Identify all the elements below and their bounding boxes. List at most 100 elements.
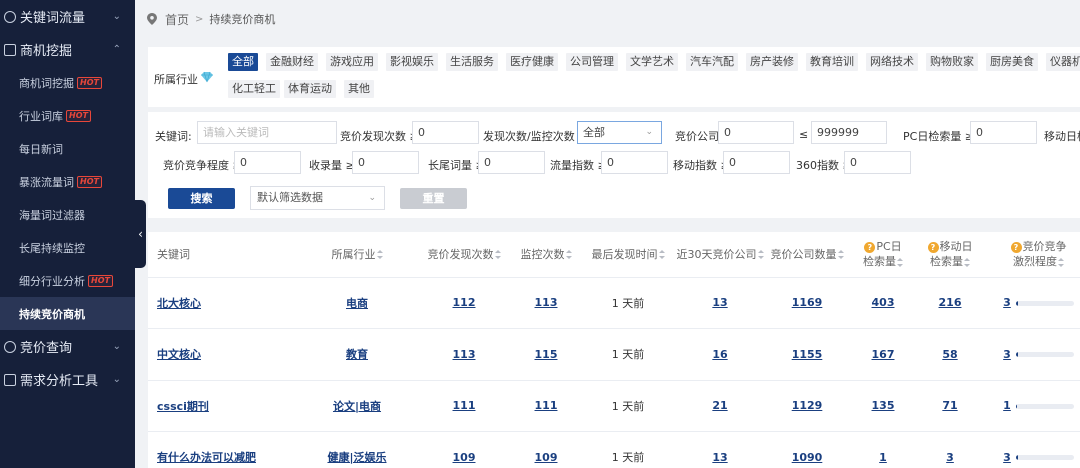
column-header[interactable]: 竞价发现次数	[416, 232, 512, 278]
value-link[interactable]: 21	[712, 399, 727, 412]
industry-tag[interactable]: 体育运动	[284, 80, 336, 98]
value-link[interactable]: 71	[942, 399, 957, 412]
sort-icon[interactable]	[658, 250, 665, 260]
sidebar-item[interactable]: 行业词库 HOT	[0, 99, 135, 132]
value-link[interactable]: 论文|电商	[333, 400, 381, 413]
value-link[interactable]: 112	[453, 296, 476, 309]
breadcrumb-home[interactable]: 首页	[165, 11, 189, 28]
value-link[interactable]: 1129	[792, 399, 823, 412]
bid-found-input[interactable]: 0	[412, 121, 479, 144]
column-header[interactable]: ? 移动日 检索量	[916, 232, 984, 278]
column-header[interactable]: 近30天竞价公司	[676, 232, 764, 278]
value-link[interactable]: 1	[1003, 399, 1011, 412]
keyword-link[interactable]: 中文核心	[157, 348, 201, 361]
reset-button[interactable]: 重置	[400, 188, 467, 209]
value-link[interactable]: 1	[879, 451, 887, 464]
menu-opportunity[interactable]: 商机挖掘 ⌃	[0, 33, 135, 66]
industry-tag[interactable]: 仪器机械	[1046, 53, 1080, 71]
collapse-sidebar-button[interactable]: ‹	[135, 200, 146, 268]
value-link[interactable]: 113	[453, 348, 476, 361]
value-link[interactable]: 1155	[792, 348, 823, 361]
sidebar-item[interactable]: 持续竞价商机	[0, 297, 135, 330]
column-header[interactable]: 最后发现时间	[580, 232, 676, 278]
sidebar-item[interactable]: 海量词过滤器	[0, 198, 135, 231]
industry-tag[interactable]: 生活服务	[446, 53, 498, 71]
sort-icon[interactable]	[376, 250, 383, 260]
industry-tag[interactable]: 全部	[228, 53, 258, 71]
sort-icon[interactable]	[565, 250, 572, 260]
value-link[interactable]: 403	[872, 296, 895, 309]
help-icon[interactable]: ?	[927, 241, 939, 253]
sort-icon[interactable]	[757, 250, 764, 260]
mobile-index-input[interactable]: 0	[723, 151, 790, 174]
sidebar-item[interactable]: 商机词挖掘 HOT	[0, 66, 135, 99]
sidebar-item[interactable]: 每日新词	[0, 132, 135, 165]
sidebar-item[interactable]: 暴涨流量词 HOT	[0, 165, 135, 198]
ratio-select[interactable]: 全部 ⌄	[577, 121, 662, 144]
value-link[interactable]: 58	[942, 348, 957, 361]
column-header[interactable]: 监控次数	[512, 232, 580, 278]
indexed-input[interactable]: 0	[352, 151, 419, 174]
value-link[interactable]: 3	[946, 451, 954, 464]
help-icon[interactable]: ?	[1010, 241, 1022, 253]
industry-tag[interactable]: 房产装修	[746, 53, 798, 71]
value-link[interactable]: 1169	[792, 296, 823, 309]
help-icon[interactable]: ?	[864, 241, 876, 253]
value-link[interactable]: 109	[535, 451, 558, 464]
pc-search-input[interactable]: 0	[970, 121, 1037, 144]
industry-tag[interactable]: 汽车汽配	[686, 53, 738, 71]
value-link[interactable]: 167	[872, 348, 895, 361]
menu-demand-analysis[interactable]: 需求分析工具 ⌄	[0, 363, 135, 396]
column-header[interactable]: 所属行业	[298, 232, 416, 278]
value-link[interactable]: 216	[939, 296, 962, 309]
competition-input[interactable]: 0	[234, 151, 301, 174]
industry-tag[interactable]: 教育培训	[806, 53, 858, 71]
value-link[interactable]: 111	[453, 399, 476, 412]
sort-icon[interactable]	[494, 250, 501, 260]
value-link[interactable]: 电商	[346, 297, 368, 310]
index360-input[interactable]: 0	[844, 151, 911, 174]
value-link[interactable]: 13	[712, 451, 727, 464]
industry-tag[interactable]: 厨房美食	[986, 53, 1038, 71]
industry-tag[interactable]: 文学艺术	[626, 53, 678, 71]
sidebar-item[interactable]: 细分行业分析 HOT	[0, 264, 135, 297]
value-link[interactable]: 3	[1003, 451, 1011, 464]
keyword-link[interactable]: 北大核心	[157, 297, 201, 310]
industry-tag[interactable]: 金融财经	[266, 53, 318, 71]
industry-tag[interactable]: 公司管理	[566, 53, 618, 71]
industry-tag[interactable]: 化工轻工	[228, 80, 280, 98]
keyword-input[interactable]: 请输入关键词	[197, 121, 337, 144]
preset-select[interactable]: 默认筛选数据 ⌄	[250, 186, 385, 210]
industry-tag[interactable]: 网络技术	[866, 53, 918, 71]
bid-company-min-input[interactable]: 0	[718, 121, 794, 144]
sort-icon[interactable]	[1058, 257, 1064, 267]
value-link[interactable]: 3	[1003, 296, 1011, 309]
keyword-link[interactable]: cssci期刊	[157, 400, 209, 413]
value-link[interactable]: 16	[712, 348, 727, 361]
value-link[interactable]: 113	[535, 296, 558, 309]
value-link[interactable]: 115	[535, 348, 558, 361]
sort-icon[interactable]	[964, 257, 970, 267]
keyword-link[interactable]: 有什么办法可以减肥	[157, 451, 256, 464]
menu-keyword-traffic[interactable]: 关键词流量 ⌄	[0, 0, 135, 33]
sort-icon[interactable]	[837, 250, 844, 260]
value-link[interactable]: 教育	[346, 348, 368, 361]
industry-tag[interactable]: 医疗健康	[506, 53, 558, 71]
menu-bid-query[interactable]: 竞价查询 ⌄	[0, 330, 135, 363]
value-link[interactable]: 109	[453, 451, 476, 464]
longtail-input[interactable]: 0	[478, 151, 545, 174]
column-header[interactable]: 竞价公司数量	[764, 232, 850, 278]
value-link[interactable]: 健康|泛娱乐	[327, 451, 386, 464]
value-link[interactable]: 135	[872, 399, 895, 412]
industry-tag[interactable]: 影视娱乐	[386, 53, 438, 71]
search-button[interactable]: 搜索	[168, 188, 235, 209]
bid-company-max-input[interactable]: 999999	[811, 121, 887, 144]
industry-tag[interactable]: 游戏应用	[326, 53, 378, 71]
column-header[interactable]: ? PC日 检索量	[850, 232, 916, 278]
value-link[interactable]: 1090	[792, 451, 823, 464]
industry-tag[interactable]: 其他	[344, 80, 374, 98]
sort-icon[interactable]	[897, 257, 903, 267]
industry-tag[interactable]: 购物败家	[926, 53, 978, 71]
sidebar-item[interactable]: 长尾持续监控	[0, 231, 135, 264]
value-link[interactable]: 111	[535, 399, 558, 412]
